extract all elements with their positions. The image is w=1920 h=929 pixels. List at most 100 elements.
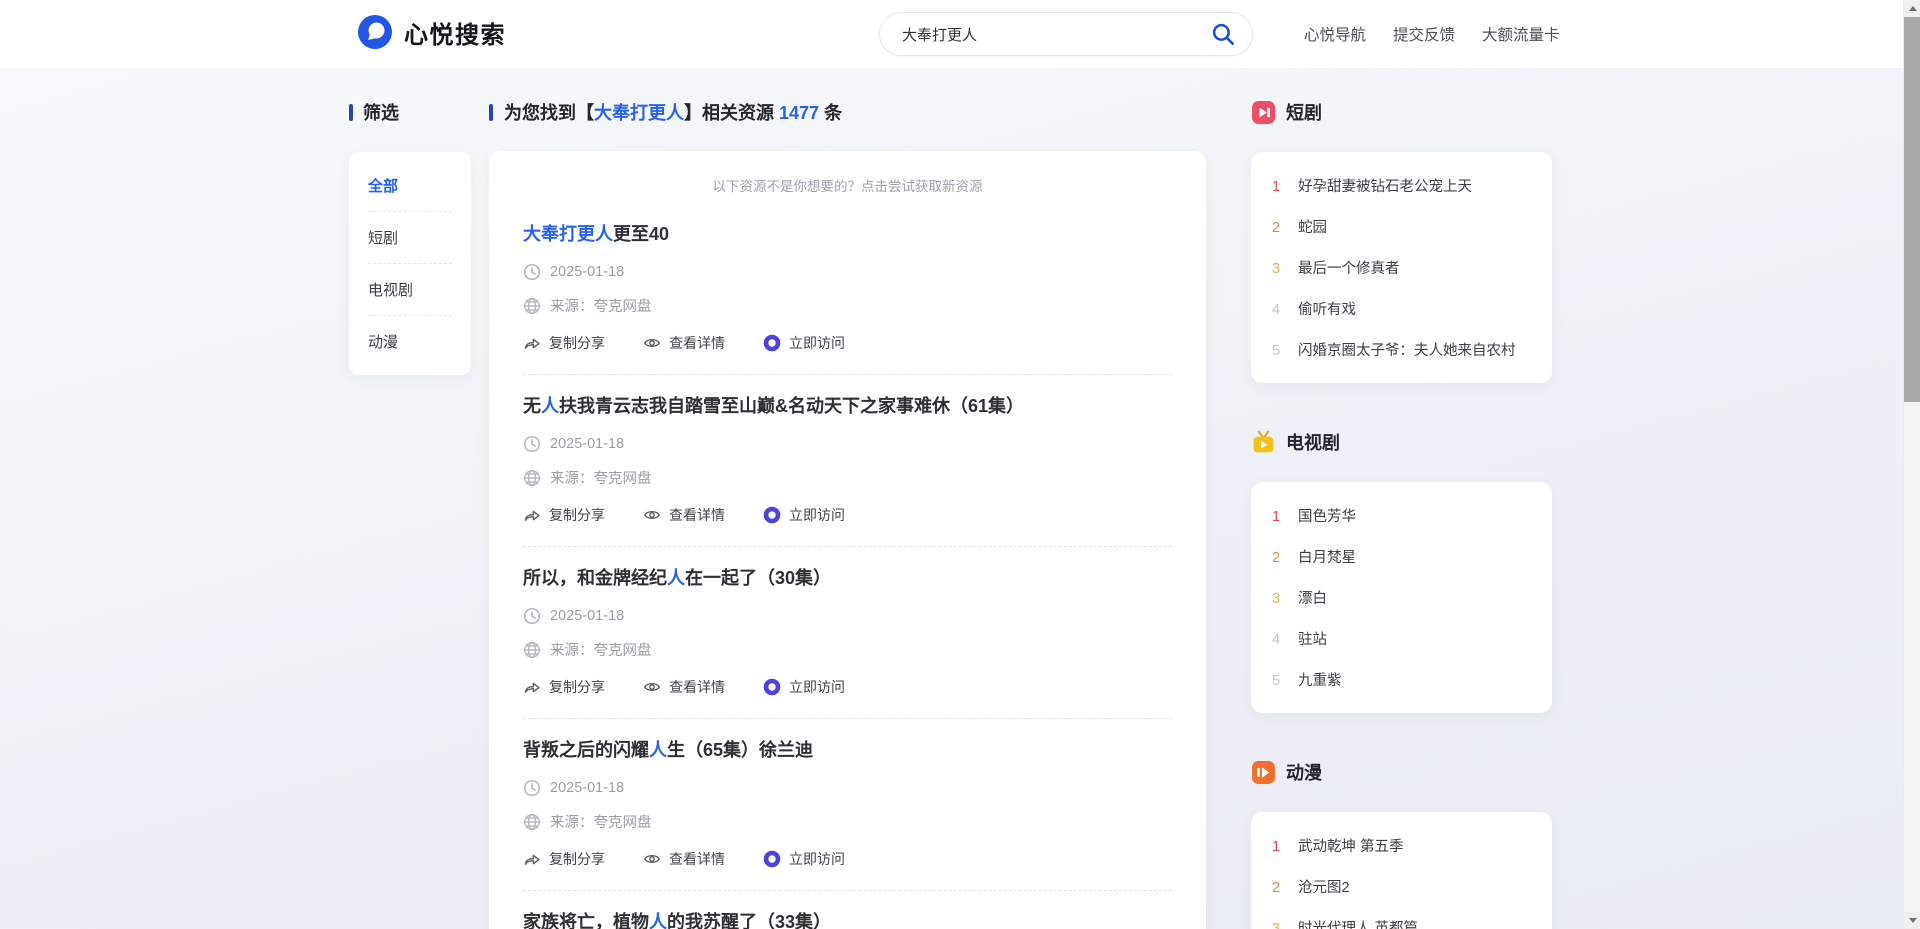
top-header: 心悦搜索 心悦导航 提交反馈 大额流量卡 xyxy=(0,0,1903,68)
result-title[interactable]: 家族将亡，植物人的我苏醒了（33集） xyxy=(523,908,1172,929)
rank-item-title: 最后一个修真者 xyxy=(1298,257,1400,278)
globe-icon xyxy=(523,813,541,831)
rank-section-anime: 动漫 1 武动乾坤 第五季 2 沧元图2 3 时光代理人 英都篇 xyxy=(1251,759,1552,929)
brand-logo[interactable]: 心悦搜索 xyxy=(357,14,506,50)
scrollbar[interactable] xyxy=(1903,0,1920,929)
filter-item[interactable]: 短剧 xyxy=(368,212,452,264)
scrollbar-up-button[interactable] xyxy=(1904,0,1920,17)
rank-number: 2 xyxy=(1272,880,1283,896)
visit-now-button[interactable]: 立即访问 xyxy=(763,849,845,869)
view-detail-button[interactable]: 查看详情 xyxy=(643,849,725,869)
result-source: 来源：夸克网盘 xyxy=(550,811,652,832)
filter-sidebar: 筛选 全部 短剧 电视剧 动漫 xyxy=(349,99,471,375)
copy-share-button[interactable]: 复制分享 xyxy=(523,333,605,353)
view-detail-button[interactable]: 查看详情 xyxy=(643,505,725,525)
rank-row[interactable]: 3 最后一个修真者 xyxy=(1272,247,1531,288)
nav-link[interactable]: 大额流量卡 xyxy=(1482,23,1560,45)
search-input[interactable] xyxy=(902,26,1208,43)
filter-item[interactable]: 动漫 xyxy=(368,316,452,367)
search-icon[interactable] xyxy=(1208,19,1238,49)
visit-now-button[interactable]: 立即访问 xyxy=(763,677,845,697)
share-icon xyxy=(523,506,541,524)
rank-item-title: 漂白 xyxy=(1298,587,1327,608)
rank-row[interactable]: 5 九重紫 xyxy=(1272,659,1531,700)
result-title[interactable]: 背叛之后的闪耀人生（65集）徐兰迪 xyxy=(523,736,1172,762)
result-source-row: 来源：夸克网盘 xyxy=(523,639,1172,660)
anime-title: 动漫 xyxy=(1286,759,1322,785)
results-heading: 为您找到【大奉打更人】相关资源 1477 条 xyxy=(489,99,1206,125)
rank-item-title: 驻站 xyxy=(1298,628,1327,649)
rank-item-title: 国色芳华 xyxy=(1298,505,1356,526)
rank-number: 4 xyxy=(1272,632,1283,648)
result-source: 来源：夸克网盘 xyxy=(550,639,652,660)
copy-share-label: 复制分享 xyxy=(549,333,605,353)
visit-ring-icon xyxy=(763,678,781,696)
filter-item[interactable]: 电视剧 xyxy=(368,264,452,316)
visit-now-button[interactable]: 立即访问 xyxy=(763,505,845,525)
result-item: 所以，和金牌经纪人在一起了（30集） 2025-01-18 xyxy=(523,547,1172,719)
filter-item[interactable]: 全部 xyxy=(368,160,452,212)
visit-now-button[interactable]: 立即访问 xyxy=(763,333,845,353)
rank-number: 5 xyxy=(1272,343,1283,359)
title-text: 扶我青云志我自踏雪至山巅&名动天下之家事难休（61集） xyxy=(559,396,1024,416)
view-detail-button[interactable]: 查看详情 xyxy=(643,677,725,697)
scrollbar-thumb[interactable] xyxy=(1904,17,1920,402)
copy-share-label: 复制分享 xyxy=(549,677,605,697)
filter-title: 筛选 xyxy=(363,99,399,125)
rank-row[interactable]: 3 时光代理人 英都篇 xyxy=(1272,907,1531,929)
rank-number: 1 xyxy=(1272,839,1283,855)
heading-text: 为您找到【大奉打更人】相关资源 1477 条 xyxy=(504,99,842,125)
title-text: 背叛之后的闪耀 xyxy=(523,740,649,760)
nav-link[interactable]: 心悦导航 xyxy=(1304,23,1366,45)
rank-number: 2 xyxy=(1272,220,1283,236)
rank-row[interactable]: 1 武动乾坤 第五季 xyxy=(1272,825,1531,866)
rank-row[interactable]: 4 驻站 xyxy=(1272,618,1531,659)
rank-number: 3 xyxy=(1272,921,1283,929)
result-actions: 复制分享 查看详情 xyxy=(523,333,1172,353)
rank-row[interactable]: 5 闪婚京圈太子爷：夫人她来自农村 xyxy=(1272,329,1531,370)
copy-share-button[interactable]: 复制分享 xyxy=(523,505,605,525)
rank-row[interactable]: 1 好孕甜妻被钻石老公宠上天 xyxy=(1272,165,1531,206)
copy-share-button[interactable]: 复制分享 xyxy=(523,849,605,869)
eye-icon xyxy=(643,850,661,868)
source-prefix: 来源： xyxy=(550,299,594,315)
title-keyword: 人 xyxy=(649,740,667,760)
title-text: 所以，和金牌经纪 xyxy=(523,568,667,588)
rank-row[interactable]: 2 白月梵星 xyxy=(1272,536,1531,577)
anime-card: 1 武动乾坤 第五季 2 沧元图2 3 时光代理人 英都篇 4 仙逆 xyxy=(1251,812,1552,929)
rank-item-title: 偷听有戏 xyxy=(1298,298,1356,319)
nav-link[interactable]: 提交反馈 xyxy=(1393,23,1455,45)
source-prefix: 来源： xyxy=(550,471,594,487)
scroll-up-icon xyxy=(1909,6,1917,11)
result-title[interactable]: 大奉打更人更至40 xyxy=(523,220,1172,246)
rank-row[interactable]: 2 沧元图2 xyxy=(1272,866,1531,907)
scroll-down-icon xyxy=(1909,918,1917,923)
view-detail-button[interactable]: 查看详情 xyxy=(643,333,725,353)
eye-icon xyxy=(643,506,661,524)
result-title[interactable]: 所以，和金牌经纪人在一起了（30集） xyxy=(523,564,1172,590)
heading-count: 1477 xyxy=(779,103,819,123)
result-source: 来源：夸克网盘 xyxy=(550,295,652,316)
result-title[interactable]: 无人扶我青云志我自踏雪至山巅&名动天下之家事难休（61集） xyxy=(523,392,1172,418)
visit-now-label: 立即访问 xyxy=(789,849,845,869)
short-drama-title: 短剧 xyxy=(1286,99,1322,125)
rank-number: 3 xyxy=(1272,261,1283,277)
globe-icon xyxy=(523,297,541,315)
view-detail-label: 查看详情 xyxy=(669,849,725,869)
rank-row[interactable]: 1 国色芳华 xyxy=(1272,495,1531,536)
rank-row[interactable]: 3 漂白 xyxy=(1272,577,1531,618)
copy-share-label: 复制分享 xyxy=(549,505,605,525)
rank-item-title: 九重紫 xyxy=(1298,669,1342,690)
rank-item-title: 好孕甜妻被钻石老公宠上天 xyxy=(1298,175,1472,196)
rankings-sidebar: 短剧 1 好孕甜妻被钻石老公宠上天 2 蛇园 3 最后一个修真者 xyxy=(1251,99,1552,929)
source-name: 夸克网盘 xyxy=(594,815,652,831)
scrollbar-down-button[interactable] xyxy=(1904,912,1920,929)
copy-share-button[interactable]: 复制分享 xyxy=(523,677,605,697)
rank-row[interactable]: 2 蛇园 xyxy=(1272,206,1531,247)
eye-icon xyxy=(643,678,661,696)
rank-row[interactable]: 4 偷听有戏 xyxy=(1272,288,1531,329)
result-date: 2025-01-18 xyxy=(550,780,624,796)
source-name: 夸克网盘 xyxy=(594,299,652,315)
source-name: 夸克网盘 xyxy=(594,471,652,487)
refresh-notice[interactable]: 以下资源不是你想要的？点击尝试获取新资源 xyxy=(523,175,1172,195)
